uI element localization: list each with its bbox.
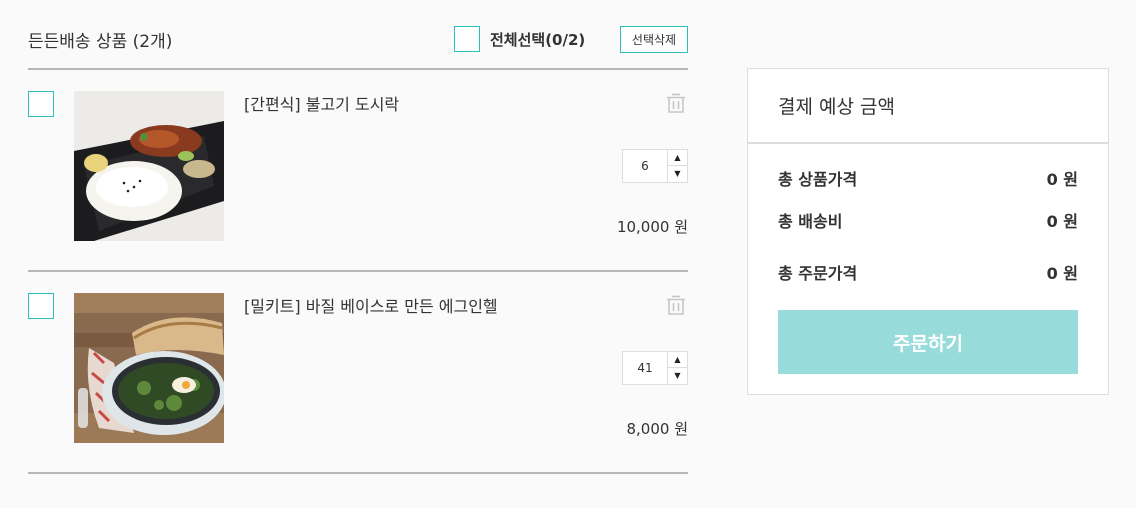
cart-item: [밀키트] 바질 베이스로 만든 에그인헬 41 ▲ ▼ 8,000 원 [28,272,688,474]
delete-selected-button[interactable]: 선택삭제 [620,26,688,53]
item-name: [밀키트] 바질 베이스로 만든 에그인헬 [244,297,498,316]
summary-value: 0 원 [1046,170,1078,189]
chevron-down-icon[interactable]: ▼ [668,368,688,385]
summary-value: 0 원 [1046,264,1078,283]
cart-item: [간편식] 불고기 도시락 6 ▲ ▼ 10,000 원 [28,70,688,272]
cart-section: 든든배송 상품 (2개) 전체선택(0/2) 선택삭제 [간편식] 불고기 도시… [28,0,688,474]
trash-icon[interactable] [664,293,688,317]
product-image [74,91,224,241]
quantity-input[interactable]: 41 [622,351,668,385]
item-price: 10,000 원 [616,218,688,236]
summary-title: 결제 예상 금액 [748,69,1108,144]
quantity-stepper: 6 ▲ ▼ [622,149,688,183]
item-checkbox[interactable] [28,293,54,319]
select-all-checkbox[interactable] [454,26,480,52]
item-checkbox[interactable] [28,91,54,117]
order-button[interactable]: 주문하기 [778,310,1078,374]
cart-header: 든든배송 상품 (2개) 전체선택(0/2) 선택삭제 [28,0,688,70]
summary-label: 총 상품가격 [778,170,858,189]
trash-icon[interactable] [664,91,688,115]
select-all[interactable]: 전체선택(0/2) [454,26,585,52]
select-all-label: 전체선택(0/2) [490,30,586,49]
item-price: 8,000 원 [626,420,688,438]
chevron-up-icon[interactable]: ▲ [668,149,688,166]
summary-label: 총 주문가격 [778,264,858,283]
cart-title: 든든배송 상품 (2개) [28,32,173,52]
quantity-stepper: 41 ▲ ▼ [622,351,688,385]
payment-summary: 결제 예상 금액 총 상품가격 0 원 총 배송비 0 원 총 주문가격 0 원… [747,68,1109,395]
total-order-price-row: 총 주문가격 0 원 [778,260,1078,284]
chevron-up-icon[interactable]: ▲ [668,351,688,368]
item-name: [간편식] 불고기 도시락 [244,95,400,114]
quantity-input[interactable]: 6 [622,149,668,183]
chevron-down-icon[interactable]: ▼ [668,166,688,183]
total-shipping-row: 총 배송비 0 원 [778,208,1078,232]
product-image [74,293,224,443]
total-product-price-row: 총 상품가격 0 원 [778,166,1078,190]
summary-value: 0 원 [1046,212,1078,231]
summary-label: 총 배송비 [778,212,843,231]
